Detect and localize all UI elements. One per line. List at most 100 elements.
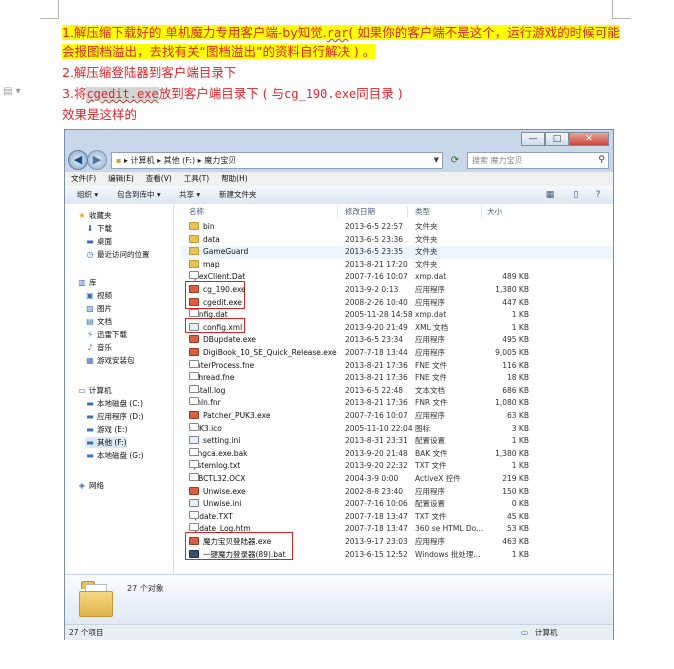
refresh-icon[interactable]: ⟳ xyxy=(447,152,463,169)
step1-ext: rar xyxy=(326,26,349,40)
menu-view[interactable]: 查看(V) xyxy=(140,172,178,186)
file-row[interactable]: songca.exe.bak 2013-9-20 21:48 BAK 文件 1,380… xyxy=(181,447,613,461)
menu-tools[interactable]: 工具(T) xyxy=(178,172,215,186)
file-row[interactable]: Unwise.ini 2007-7-16 10:06 配置设置 0 KB xyxy=(181,498,613,511)
column-date[interactable]: 修改日期 xyxy=(345,206,375,217)
file-row[interactable]: Config.dat 2005-11-28 14:58 xmp.dat 1 KB xyxy=(181,309,613,322)
file-type: FNE 文件 xyxy=(415,373,448,383)
nav-recent[interactable]: ◷ 最近访问的位置 xyxy=(85,249,150,260)
menu-edit[interactable]: 编辑(E) xyxy=(102,172,140,186)
preview-pane-icon[interactable]: ▯ xyxy=(571,190,581,200)
drive-icon: ▬ xyxy=(86,412,94,421)
file-icon xyxy=(189,549,199,558)
include-library-button[interactable]: 包含到库中 ▾ xyxy=(117,186,161,204)
file-row[interactable]: DigiBook_10_SE_Quick_Release.exe 2007-7-1… xyxy=(181,347,613,360)
file-row[interactable]: cg_190.exe 2013-9-2 0:13 应用程序 1,380 KB xyxy=(181,284,613,297)
chevron-down-icon[interactable]: ▼ xyxy=(434,153,439,168)
file-row[interactable]: GameGuard 2013-6-5 23:35 文件夹 xyxy=(181,246,613,259)
column-divider[interactable] xyxy=(481,206,482,218)
download-icon: ⬇ xyxy=(86,224,94,233)
file-row[interactable]: Patcher_PUK3.exe 2007-7-16 10:07 应用程序 63 KB xyxy=(181,410,613,423)
nav-computer[interactable]: ▭ 计算机 xyxy=(77,385,111,396)
file-row[interactable]: Install.log 2013-6-5 22:48 文本文档 686 KB xyxy=(181,384,613,398)
file-row[interactable]: systemlog.txt 2013-9-20 22:32 TXT 文件 1 KB xyxy=(181,460,613,473)
file-size: 1,380 KB xyxy=(495,448,529,458)
file-icon xyxy=(189,384,199,393)
new-folder-button[interactable]: 新建文件夹 xyxy=(219,186,257,204)
breadcrumb-drive-f[interactable]: 其他 (F:) xyxy=(164,156,195,165)
file-size: 18 KB xyxy=(507,373,529,383)
file-name: TABCTL32.OCX xyxy=(189,473,246,483)
column-divider[interactable] xyxy=(337,206,338,218)
nav-downloads[interactable]: ⬇ 下载 xyxy=(85,223,112,234)
file-row[interactable]: Unwise.exe 2002-8-8 23:40 应用程序 150 KB xyxy=(181,486,613,499)
nav-drive-c[interactable]: ▬ 本地磁盘 (C:) xyxy=(85,398,143,409)
file-row[interactable]: cgedit.exe 2008-2-26 10:40 应用程序 447 KB xyxy=(181,297,613,310)
view-options-icon[interactable]: ▦ xyxy=(545,190,555,200)
file-row[interactable]: PUK3.ico 2005-11-10 22:04 图标 3 KB xyxy=(181,422,613,436)
nav-network[interactable]: ◈ 网络 xyxy=(77,480,104,491)
file-type: ActiveX 控件 xyxy=(415,474,461,483)
nav-videos[interactable]: ▣ 视频 xyxy=(85,290,112,301)
file-size: 495 KB xyxy=(502,335,529,345)
nav-drive-g[interactable]: ▬ 本地磁盘 (G:) xyxy=(85,450,143,461)
address-bar[interactable]: ▪ ▸ 计算机 ▸ 其他 (F:) ▸ 魔力宝贝 ▼ xyxy=(111,152,443,169)
column-divider[interactable] xyxy=(407,206,408,218)
file-type: 文件夹 xyxy=(415,222,438,231)
nav-thunder[interactable]: ⚡ 迅雷下载 xyxy=(85,329,127,340)
nav-libraries[interactable]: ▥ 库 xyxy=(77,277,96,288)
content-area: ★ 收藏夹 ⬇ 下载 ▬ 桌面 ◷ 最近访问的位置 ▥ 库 ▣ 视频 ▨ 图片 ▤ 文档 ⚡ 迅雷… xyxy=(65,204,613,574)
organize-button[interactable]: 组织 ▾ xyxy=(77,186,98,204)
nav-desktop[interactable]: ▬ 桌面 xyxy=(85,236,112,247)
file-type: 应用程序 xyxy=(415,411,445,420)
back-button[interactable]: ◀ xyxy=(68,150,88,170)
file-icon xyxy=(189,297,199,306)
file-row[interactable]: 一键魔力登录器(89).bat 2013-6-15 12:52 Windows 批处… xyxy=(181,549,613,562)
breadcrumb-folder[interactable]: 魔力宝贝 xyxy=(204,156,236,165)
file-row[interactable]: DBupdate.exe 2013-6-5 23:34 应用程序 495 KB xyxy=(181,334,613,347)
file-row[interactable]: Update_Log.htm 2007-7-18 13:47 360 se HTML… xyxy=(181,523,613,536)
file-type: 应用程序 xyxy=(415,285,445,294)
file-row[interactable]: Update.TXT 2007-7-18 13:47 TXT 文件 45 KB xyxy=(181,510,613,524)
file-row[interactable]: EThread.fne 2013-8-21 17:36 FNE 文件 18 KB xyxy=(181,372,613,385)
nav-pictures[interactable]: ▨ 图片 xyxy=(85,303,112,314)
file-row[interactable]: TABCTL32.OCX 2004-3-9 0:00 ActiveX 控件 219 K… xyxy=(181,473,613,486)
help-icon[interactable]: ? xyxy=(593,190,603,200)
picture-icon: ▨ xyxy=(86,304,94,313)
file-row[interactable]: data 2013-6-5 23:36 文件夹 xyxy=(181,234,613,247)
file-type: 应用程序 xyxy=(415,537,445,546)
minimize-button[interactable]: — xyxy=(521,132,545,146)
nav-drive-f[interactable]: ▬ 其他 (F:) xyxy=(85,437,127,448)
file-row[interactable]: setting.ini 2013-8-31 23:31 配置设置 1 KB xyxy=(181,435,613,448)
file-size: 1 KB xyxy=(511,436,529,446)
search-input[interactable]: 搜索 魔力宝贝 ⚲ xyxy=(467,152,609,169)
file-type: BAK 文件 xyxy=(415,448,448,458)
file-row[interactable]: krnln.fnr 2013-8-21 17:36 FNR 文件 1,080 KB xyxy=(181,397,613,410)
file-row[interactable]: map 2013-8-21 17:20 文件夹 xyxy=(181,259,613,272)
file-row[interactable]: bin 2013-6-5 22:57 文件夹 xyxy=(181,221,613,234)
column-type[interactable]: 类型 xyxy=(415,206,430,217)
menu-help[interactable]: 帮助(H) xyxy=(215,172,254,186)
file-row[interactable]: EInterProcess.fne 2013-8-21 17:36 FNE 文件 11… xyxy=(181,359,613,373)
column-size[interactable]: 大小 xyxy=(487,206,502,217)
nav-music[interactable]: ♪ 音乐 xyxy=(85,342,112,353)
nav-documents[interactable]: ▤ 文档 xyxy=(85,316,112,327)
nav-favorites[interactable]: ★ 收藏夹 xyxy=(77,210,111,221)
file-name: songca.exe.bak xyxy=(189,447,248,458)
share-button[interactable]: 共享 ▾ xyxy=(179,186,200,204)
file-size: 1 KB xyxy=(511,322,529,332)
close-button[interactable]: ✕ xyxy=(569,132,609,146)
column-name[interactable]: 名称 xyxy=(189,206,204,217)
file-size: 53 KB xyxy=(507,524,529,534)
forward-button[interactable]: ▶ xyxy=(87,150,107,170)
maximize-button[interactable]: □ xyxy=(545,132,569,146)
menu-file[interactable]: 文件(F) xyxy=(65,172,102,186)
nav-games[interactable]: ▦ 游戏安装包 xyxy=(85,355,134,366)
file-row[interactable]: ApexClient.Dat 2007-7-16 10:07 xmp.dat 489 … xyxy=(181,271,613,284)
file-icon xyxy=(189,523,199,532)
file-row[interactable]: 魔力宝贝登陆器.exe 2013-9-17 23:03 应用程序 463 KB xyxy=(181,536,613,549)
file-row[interactable]: config.xml 2013-9-20 21:49 XML 文档 1 KB xyxy=(181,322,613,335)
nav-drive-e[interactable]: ▬ 游戏 (E:) xyxy=(85,424,127,435)
nav-drive-d[interactable]: ▬ 应用程序 (D:) xyxy=(85,411,143,422)
breadcrumb-computer[interactable]: 计算机 xyxy=(131,156,155,165)
